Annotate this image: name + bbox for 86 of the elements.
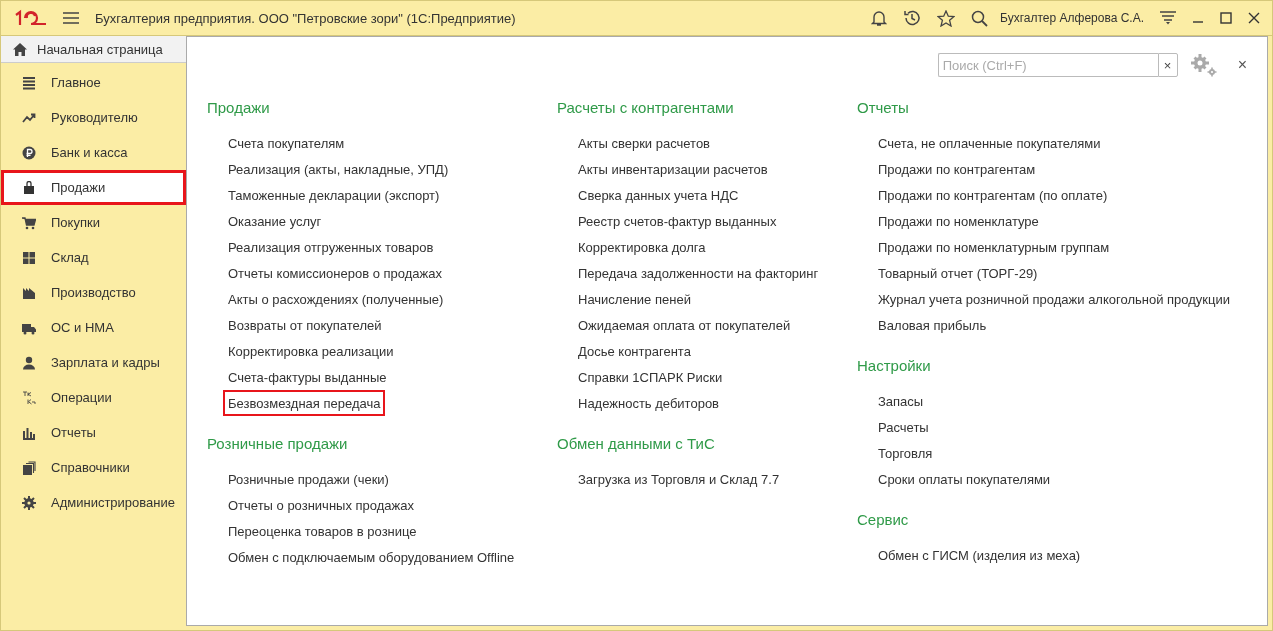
close-button[interactable]: ×: [1229, 56, 1247, 74]
sidebar-item[interactable]: Склад: [1, 240, 186, 275]
ruble-icon: [22, 145, 36, 160]
section-heading: Расчеты с контрагентами: [557, 99, 734, 118]
grid-icon: [22, 250, 36, 265]
search-field[interactable]: Поиск (Ctrl+F): [937, 53, 1158, 77]
menu-link[interactable]: Сроки оплаты покупателями: [857, 466, 1056, 492]
sidebar-item[interactable]: Продажи: [1, 170, 186, 205]
menu-link[interactable]: Справки 1СПАРК Риски: [557, 364, 728, 390]
menu-link[interactable]: Возвраты от покупателей: [207, 312, 387, 338]
menu-link[interactable]: Таможенные декларации (экспорт): [207, 182, 445, 208]
close-icon[interactable]: [1248, 12, 1260, 24]
menu-link[interactable]: Валовая прибыль: [857, 312, 992, 338]
menu-link[interactable]: Реализация отгруженных товаров: [207, 234, 439, 260]
menu-link[interactable]: Запасы: [857, 388, 929, 414]
menu-link[interactable]: Реализация (акты, накладные, УПД): [207, 156, 454, 182]
section-heading: Отчеты: [857, 99, 909, 118]
logo-icon: [13, 9, 47, 27]
gear-icon: [22, 495, 36, 510]
menu-link[interactable]: Продажи по номенклатурным группам: [857, 234, 1115, 260]
window-title: Бухгалтерия предприятия. ООО "Петровские зори" (1С:Предприятие): [95, 10, 516, 26]
menu-link[interactable]: Акты о расхождениях (полученные): [207, 286, 449, 312]
menu-link[interactable]: Обмен с подключаемым оборудованием Offline: [207, 544, 520, 570]
menu-link[interactable]: Начисление пеней: [557, 286, 696, 312]
home-tab[interactable]: Начальная страница: [1, 36, 186, 63]
star-icon[interactable]: [937, 9, 956, 27]
menu-link[interactable]: Счета, не оплаченные покупателями: [857, 130, 1106, 156]
menu-link[interactable]: Ожидаемая оплата от покупателей: [557, 312, 796, 338]
section-heading: Продажи: [207, 99, 270, 118]
menu-dropdown-icon[interactable]: [1160, 11, 1176, 25]
menu-link[interactable]: Продажи по контрагентам: [857, 156, 1041, 182]
menu-link[interactable]: Счета-фактуры выданные: [207, 364, 392, 390]
menu-link[interactable]: Продажи по контрагентам (по оплате): [857, 182, 1113, 208]
sidebar-item[interactable]: Банк и касса: [1, 135, 186, 170]
menu-link[interactable]: Корректировка реализации: [207, 338, 399, 364]
clear-button[interactable]: ×: [1157, 53, 1178, 77]
menu-link[interactable]: Журнал учета розничной продажи алкогольной продукции: [857, 286, 1235, 312]
sidebar-item[interactable]: Администрирование: [1, 485, 186, 520]
history-icon[interactable]: [903, 9, 922, 27]
search-icon[interactable]: [971, 9, 989, 27]
debit-credit-icon: [22, 390, 36, 405]
menu-link[interactable]: Расчеты: [857, 414, 934, 440]
home-icon: [13, 42, 27, 56]
menu-link[interactable]: Торговля: [857, 440, 938, 466]
factory-icon: [22, 285, 36, 300]
menu-icon[interactable]: [63, 12, 79, 24]
bell-icon[interactable]: [871, 9, 888, 27]
sidebar-item[interactable]: ОС и НМА: [1, 310, 186, 345]
cart-icon: [22, 215, 36, 230]
section-heading: Сервис: [857, 511, 909, 530]
menu-link[interactable]: Акты инвентаризации расчетов: [557, 156, 773, 182]
menu-link[interactable]: Реестр счетов-фактур выданных: [557, 208, 782, 234]
menu-link[interactable]: Счета покупателям: [207, 130, 350, 156]
menu-link[interactable]: Передача задолженности на факторинг: [557, 260, 824, 286]
menu-link[interactable]: Отчеты комиссионеров о продажах: [207, 260, 447, 286]
section-heading: Розничные продажи: [207, 435, 348, 454]
books-icon: [22, 460, 36, 475]
sidebar-item[interactable]: Руководителю: [1, 100, 186, 135]
section-heading: Обмен данными с ТиС: [557, 435, 715, 454]
menu-link[interactable]: Надежность дебиторов: [557, 390, 724, 416]
sidebar-item[interactable]: Производство: [1, 275, 186, 310]
menu-link[interactable]: Товарный отчет (ТОРГ-29): [857, 260, 1043, 286]
menu-link[interactable]: Переоценка товаров в рознице: [207, 518, 422, 544]
menu-link[interactable]: Безвозмездная передача: [223, 390, 386, 416]
menu-link[interactable]: Корректировка долга: [557, 234, 711, 260]
maximize-icon[interactable]: [1220, 12, 1232, 24]
menu-link[interactable]: Продажи по номенклатуре: [857, 208, 1044, 234]
menu-link[interactable]: Сверка данных учета НДС: [557, 182, 744, 208]
sidebar-item[interactable]: Покупки: [1, 205, 186, 240]
menu-link[interactable]: Розничные продажи (чеки): [207, 466, 394, 492]
sidebar-item[interactable]: Операции: [1, 380, 186, 415]
sidebar-item[interactable]: Справочники: [1, 450, 186, 485]
menu-link[interactable]: Оказание услуг: [207, 208, 327, 234]
menu-link[interactable]: Отчеты о розничных продажах: [207, 492, 419, 518]
bar-chart-icon: [22, 425, 36, 440]
sidebar-item[interactable]: Главное: [1, 65, 186, 100]
menu-link[interactable]: Акты сверки расчетов: [557, 130, 716, 156]
section-heading: Настройки: [857, 357, 931, 376]
menu-link[interactable]: Обмен с ГИСМ (изделия из меха): [857, 542, 1086, 568]
sidebar-item[interactable]: Отчеты: [1, 415, 186, 450]
sidebar-item[interactable]: Зарплата и кадры: [1, 345, 186, 380]
person-icon: [22, 355, 36, 370]
menu-link[interactable]: Загрузка из Торговля и Склад 7.7: [557, 466, 785, 492]
list-icon: [22, 75, 36, 90]
menu-link[interactable]: Досье контрагента: [557, 338, 696, 364]
user-name[interactable]: Бухгалтер Алферова С.А.: [1000, 11, 1144, 25]
